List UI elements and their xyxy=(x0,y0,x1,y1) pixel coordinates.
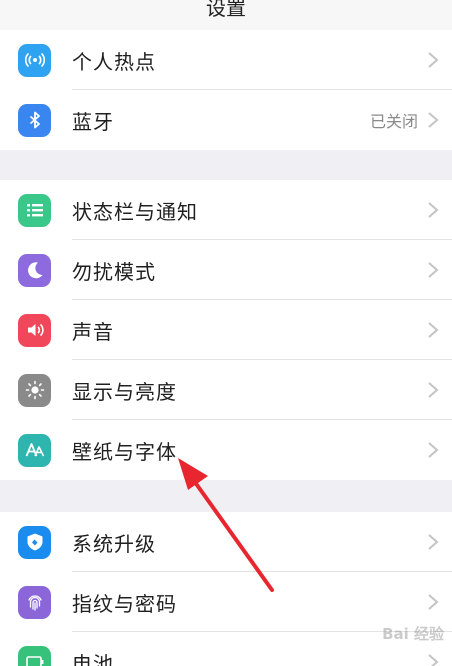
watermark: Bai 经验 xyxy=(382,625,444,643)
annotation-arrow xyxy=(178,458,274,592)
